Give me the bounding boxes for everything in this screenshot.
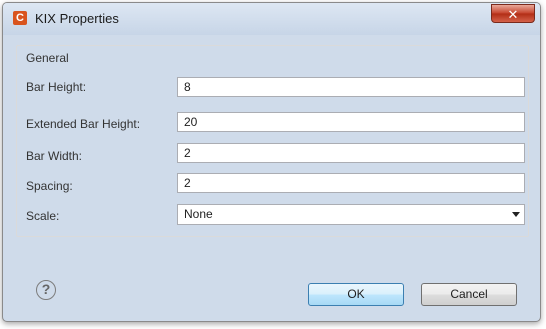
scale-select-value: None [184,207,213,221]
help-icon[interactable]: ? [36,280,56,300]
extended-bar-height-input[interactable] [177,112,525,132]
scale-select[interactable]: None [177,204,525,225]
bar-height-label: Bar Height: [26,80,87,94]
dialog-title: KIX Properties [35,11,119,26]
app-logo-icon: C [13,11,27,25]
cancel-button[interactable]: Cancel [421,283,517,306]
extended-bar-height-label: Extended Bar Height: [26,117,141,131]
chevron-down-icon [512,212,520,217]
bar-width-label: Bar Width: [26,149,83,163]
close-button[interactable]: ✕ [491,4,535,23]
ok-button[interactable]: OK [308,283,404,306]
bar-height-input[interactable] [177,77,525,97]
scale-label: Scale: [26,209,60,223]
title-bar[interactable]: C KIX Properties ✕ [3,3,540,35]
group-title: General [26,51,69,65]
close-icon: ✕ [507,7,519,22]
bar-width-input[interactable] [177,143,525,163]
spacing-input[interactable] [177,173,525,193]
spacing-label: Spacing: [26,179,73,193]
